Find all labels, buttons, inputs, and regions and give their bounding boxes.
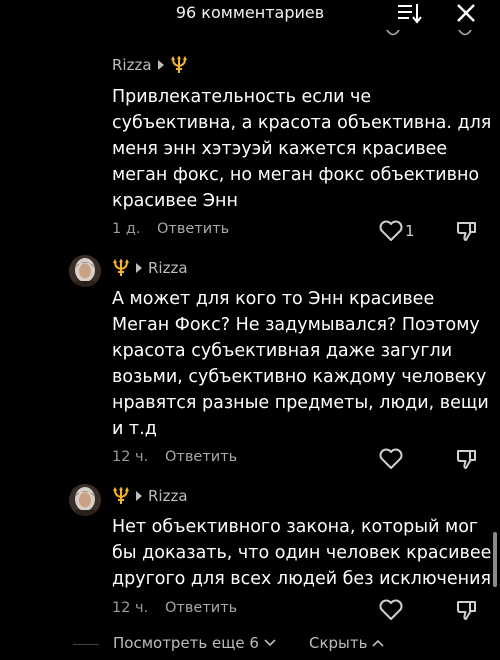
view-more-label: Посмотреть еще 6	[113, 634, 259, 652]
reply-arrow-icon	[157, 60, 164, 70]
reply-arrow-icon	[136, 263, 142, 273]
trident-icon	[113, 259, 129, 276]
dislike-icon[interactable]	[455, 447, 479, 471]
comment-text: Нет объективного закона, который мог бы …	[112, 517, 492, 589]
comment-time: 12 ч.	[112, 600, 149, 616]
comment-meta: Rizza	[112, 259, 188, 277]
hide-replies-button[interactable]: Скрыть	[309, 634, 385, 652]
avatar[interactable]	[69, 255, 101, 287]
reply-button[interactable]: Ответить	[165, 600, 237, 616]
comment-text: А может для кого то Энн красивее Меган Ф…	[112, 289, 489, 439]
comment-time: 1 д.	[112, 221, 141, 237]
comment-actions: 12 ч. Ответить	[112, 598, 492, 624]
sort-icon[interactable]	[397, 1, 423, 25]
heart-icon[interactable]	[378, 447, 404, 471]
heart-icon[interactable]	[378, 219, 404, 243]
comments-count-title: 96 комментариев	[175, 3, 325, 22]
dislike-icon[interactable]	[458, 30, 472, 38]
avatar[interactable]	[69, 484, 101, 516]
comment-actions: 12 ч. Ответить	[112, 447, 492, 473]
like-icon[interactable]	[386, 30, 400, 38]
like-count: 1	[405, 222, 415, 240]
dislike-icon[interactable]	[455, 598, 479, 622]
comment-author[interactable]: Rizza	[112, 56, 152, 74]
heart-icon[interactable]	[378, 598, 404, 622]
close-icon[interactable]	[454, 1, 478, 25]
comment-actions: 1 д. Ответить 1	[112, 219, 492, 245]
comment-author[interactable]: Rizza	[148, 259, 188, 277]
chevron-down-icon	[264, 639, 276, 647]
comment-meta: Rizza	[112, 56, 188, 74]
reply-button[interactable]: Ответить	[165, 449, 237, 465]
reply-arrow-icon	[136, 491, 142, 501]
view-more-replies-button[interactable]: Посмотреть еще 6	[113, 634, 276, 652]
divider	[73, 644, 99, 645]
trident-icon	[170, 56, 187, 73]
comment-author[interactable]: Rizza	[148, 487, 188, 505]
trident-icon	[113, 487, 129, 504]
comments-header: 96 комментариев	[0, 0, 500, 34]
scrollbar[interactable]	[493, 532, 497, 587]
hide-label: Скрыть	[309, 634, 368, 652]
replies-footer: Посмотреть еще 6 Скрыть	[0, 628, 500, 660]
comment-text: Привлекательность если че субъективна, а…	[112, 87, 492, 211]
chevron-up-icon	[372, 639, 385, 647]
comment-meta: Rizza	[112, 487, 188, 505]
comment-time: 12 ч.	[112, 449, 149, 465]
dislike-icon[interactable]	[455, 219, 479, 243]
reply-button[interactable]: Ответить	[157, 221, 229, 237]
